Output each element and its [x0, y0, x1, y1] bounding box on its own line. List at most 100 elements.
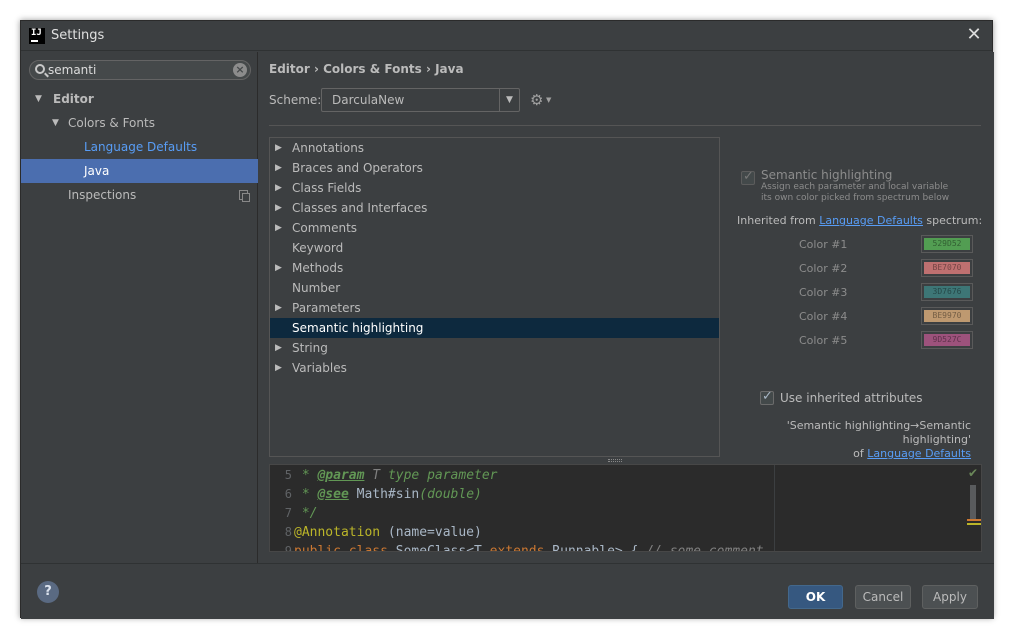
code-line: public class SomeClass<T extends Runnabl…	[294, 544, 764, 552]
expand-arrow-icon[interactable]: ▶	[275, 258, 282, 278]
error-stripe-mark[interactable]	[967, 523, 981, 525]
close-icon[interactable]: ✕	[964, 25, 984, 45]
category-item[interactable]: Number	[270, 278, 719, 298]
scheme-dropdown[interactable]: DarculaNew ▼	[321, 88, 520, 112]
settings-sidebar: × ▼ Editor ▼ Colors & Fonts Language Def…	[21, 52, 258, 563]
semantic-highlighting-description: Assign each parameter and local variable…	[761, 182, 950, 203]
color-label: Color #5	[799, 334, 848, 347]
scrollbar-thumb[interactable]	[970, 485, 976, 521]
expand-arrow-icon[interactable]: ▶	[275, 158, 282, 178]
expand-arrow-icon[interactable]: ▶	[275, 198, 282, 218]
window-title: Settings	[51, 28, 105, 43]
no-errors-check-icon: ✔	[967, 466, 978, 480]
expand-arrow-icon[interactable]: ▶	[275, 138, 282, 158]
inheritance-note: 'Semantic highlighting→Semantic highligh…	[719, 419, 971, 461]
help-icon[interactable]: ?	[37, 581, 59, 603]
code-line: @Annotation (name=value)	[294, 525, 482, 540]
color-swatch[interactable]: BE7070	[921, 259, 973, 277]
expand-arrow-icon[interactable]: ▶	[275, 178, 282, 198]
color-swatch[interactable]: BE9970	[921, 307, 973, 325]
category-tree: ▶ Annotations ▶ Braces and Operators ▶ Class …	[269, 137, 720, 457]
category-label: Annotations	[292, 141, 365, 155]
color-swatch[interactable]: 3D7676	[921, 283, 973, 301]
ok-button[interactable]: OK	[788, 585, 843, 609]
error-stripe-mark[interactable]	[967, 519, 981, 521]
category-item[interactable]: ▶ Class Fields	[270, 178, 719, 198]
category-item[interactable]: Semantic highlighting	[270, 318, 719, 338]
code-line: * @param T type parameter	[294, 468, 498, 483]
sidebar-item-label: Colors & Fonts	[68, 116, 155, 130]
category-item[interactable]: Keyword	[270, 238, 719, 258]
vertical-scrollbar[interactable]	[969, 483, 977, 539]
category-item[interactable]: ▶ Braces and Operators	[270, 158, 719, 178]
category-label: String	[292, 341, 328, 355]
category-item[interactable]: ▶ Variables	[270, 358, 719, 378]
caret-down-icon[interactable]: ▼	[546, 96, 551, 104]
title-bar: IJ Settings ✕	[21, 21, 992, 51]
app-logo-icon: IJ	[29, 28, 45, 44]
sidebar-item-inspections[interactable]: Inspections	[21, 183, 258, 207]
sidebar-item-colors-fonts[interactable]: ▼ Colors & Fonts	[21, 111, 258, 135]
language-defaults-link[interactable]: Language Defaults	[867, 447, 971, 460]
clear-search-icon[interactable]: ×	[233, 63, 247, 77]
inherited-spectrum-label: Inherited from Language Defaults spectru…	[737, 214, 982, 227]
color-swatch[interactable]: 529D52	[921, 235, 973, 253]
category-label: Comments	[292, 221, 358, 235]
chevron-down-icon[interactable]: ▼	[499, 89, 519, 111]
search-input[interactable]	[48, 62, 228, 78]
line-number: 9	[284, 544, 292, 552]
language-defaults-link[interactable]: Language Defaults	[819, 214, 923, 227]
dialog-footer: ? OK Cancel Apply	[21, 563, 994, 619]
category-item[interactable]: ▶ Methods	[270, 258, 719, 278]
color-swatch[interactable]: 9D527C	[921, 331, 973, 349]
divider	[269, 125, 981, 126]
category-label: Classes and Interfaces	[292, 201, 428, 215]
sidebar-item-java[interactable]: Java	[21, 159, 258, 183]
semantic-highlighting-label: Semantic highlighting	[761, 168, 893, 182]
gear-icon[interactable]: ⚙	[530, 91, 543, 109]
apply-button[interactable]: Apply	[922, 585, 978, 609]
category-label: Semantic highlighting	[292, 321, 424, 335]
settings-dialog: IJ Settings ✕ × ▼ Editor ▼ Colors & Font…	[20, 20, 994, 619]
category-label: Variables	[292, 361, 347, 375]
splitter-handle[interactable]	[608, 459, 622, 462]
color-hex: BE9970	[924, 310, 970, 322]
category-item[interactable]: ▶ String	[270, 338, 719, 358]
breadcrumb: Editor › Colors & Fonts › Java	[269, 62, 464, 76]
code-line: * @see Math#sin(double)	[294, 487, 482, 502]
sidebar-item-language-defaults[interactable]: Language Defaults	[21, 135, 258, 159]
right-margin-line	[774, 465, 775, 551]
color-label: Color #3	[799, 286, 848, 299]
expand-arrow-icon[interactable]: ▼	[35, 87, 42, 111]
expand-arrow-icon[interactable]: ▶	[275, 338, 282, 358]
settings-content: Editor › Colors & Fonts › Java Scheme: D…	[259, 52, 994, 563]
category-item[interactable]: ▶ Annotations	[270, 138, 719, 158]
inherited-suffix: spectrum:	[922, 214, 983, 227]
expand-arrow-icon[interactable]: ▼	[52, 111, 59, 135]
preview-editor[interactable]: 5 6 7 8 9 * @param T type parameter * @s…	[269, 464, 982, 552]
color-hex: BE7070	[924, 262, 970, 274]
sidebar-item-editor[interactable]: ▼ Editor	[21, 87, 258, 111]
color-hex: 529D52	[924, 238, 970, 250]
expand-arrow-icon[interactable]: ▶	[275, 298, 282, 318]
expand-arrow-icon[interactable]: ▶	[275, 218, 282, 238]
scheme-value: DarculaNew	[332, 93, 405, 107]
color-hex: 9D527C	[924, 334, 970, 346]
cancel-button[interactable]: Cancel	[855, 585, 911, 609]
line-number: 6	[284, 487, 292, 501]
use-inherited-checkbox[interactable]	[760, 389, 774, 405]
inheritance-note-line: 'Semantic highlighting→Semantic highligh…	[786, 419, 971, 446]
color-label: Color #4	[799, 310, 848, 323]
category-item[interactable]: ▶ Comments	[270, 218, 719, 238]
line-number: 5	[284, 468, 292, 482]
expand-arrow-icon[interactable]: ▶	[275, 358, 282, 378]
sidebar-item-label: Inspections	[68, 188, 137, 202]
category-item[interactable]: ▶ Classes and Interfaces	[270, 198, 719, 218]
code-line: */	[294, 506, 318, 521]
inherited-prefix: Inherited from	[737, 214, 820, 227]
semantic-highlighting-checkbox[interactable]	[741, 169, 755, 185]
search-box[interactable]: ×	[29, 60, 251, 80]
scheme-label: Scheme:	[269, 93, 322, 107]
color-label: Color #2	[799, 262, 848, 275]
category-item[interactable]: ▶ Parameters	[270, 298, 719, 318]
